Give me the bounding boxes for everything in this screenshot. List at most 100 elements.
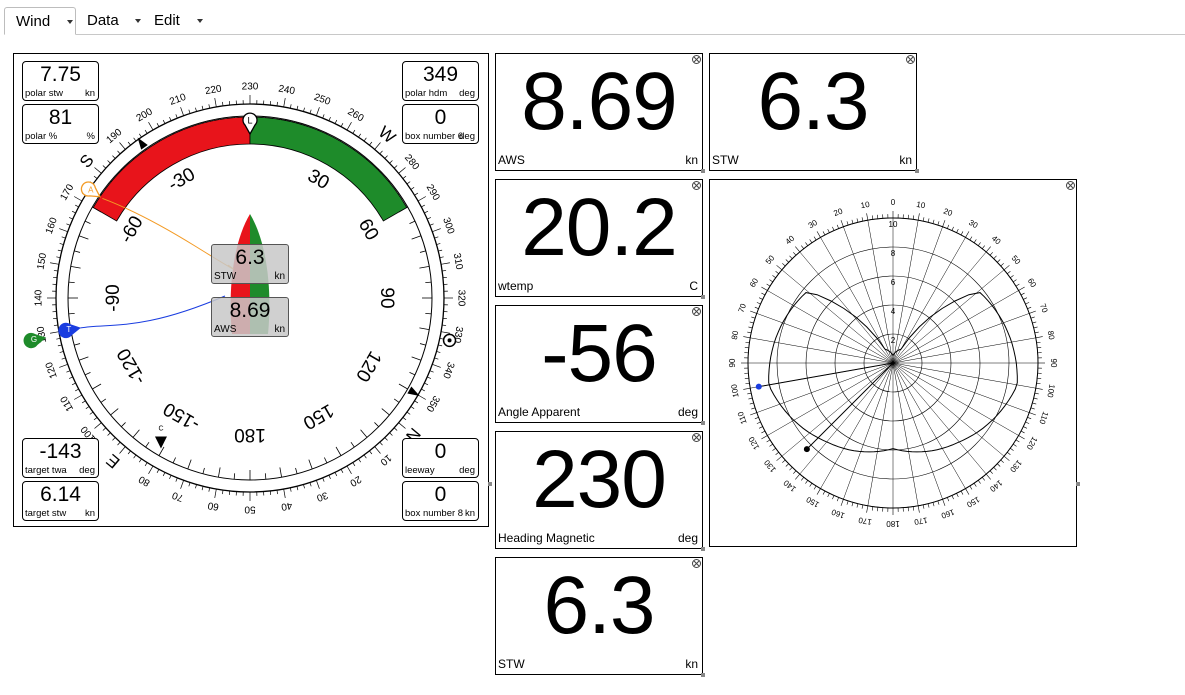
tab-bar-rule bbox=[76, 34, 1185, 35]
leeway-value: 0 bbox=[434, 440, 447, 463]
chevron-down-icon[interactable] bbox=[197, 19, 203, 23]
compass-tick bbox=[56, 256, 61, 259]
polar-percent-box: 81 polar % % bbox=[22, 104, 99, 144]
compass-tick bbox=[439, 256, 444, 259]
polar-tick bbox=[942, 220, 946, 227]
polar-tick bbox=[743, 387, 751, 390]
polar-tick bbox=[751, 316, 756, 319]
compass-tick bbox=[201, 105, 204, 110]
compass-tick bbox=[208, 104, 211, 109]
compass-tick bbox=[162, 119, 166, 124]
compass-tick bbox=[340, 123, 344, 127]
compass-tick bbox=[222, 101, 224, 106]
polar-tick bbox=[1007, 271, 1011, 274]
polar-angle-label: 90 bbox=[728, 358, 737, 367]
polar-tick bbox=[813, 485, 817, 490]
stw-display-bottom: 6.3 STW kn bbox=[495, 557, 705, 677]
polar-tick bbox=[969, 236, 973, 241]
compass-tick bbox=[434, 236, 439, 239]
compass-tick bbox=[410, 406, 415, 410]
compass-label: 310 bbox=[451, 252, 465, 271]
resize-handle[interactable] bbox=[701, 169, 705, 173]
polar-angle-label: 70 bbox=[737, 302, 749, 314]
compass-cardinal-S: S bbox=[76, 151, 98, 172]
polar-tick bbox=[1013, 279, 1017, 283]
tab-wind-label: Wind bbox=[16, 13, 51, 30]
compass-label: 120 bbox=[44, 360, 60, 380]
polar-hdm-unit: deg bbox=[459, 88, 475, 99]
resize-handle[interactable] bbox=[701, 421, 705, 425]
resize-handle[interactable] bbox=[701, 673, 705, 677]
polar-tick bbox=[1036, 341, 1041, 344]
compass-label: 50 bbox=[244, 503, 256, 514]
polar-tick bbox=[960, 231, 964, 236]
tab-wind[interactable]: Wind bbox=[4, 7, 76, 35]
compass-tick bbox=[214, 98, 217, 108]
polar-tick bbox=[832, 495, 835, 500]
compass-tick bbox=[438, 344, 443, 347]
resize-handle[interactable] bbox=[1076, 482, 1080, 486]
polar-angle-label: 160 bbox=[830, 507, 846, 520]
polar-tick bbox=[1027, 417, 1032, 420]
resize-handle[interactable] bbox=[915, 169, 919, 173]
compass-tick bbox=[417, 196, 426, 202]
polar-tick bbox=[856, 503, 859, 508]
compass-tick bbox=[334, 472, 338, 477]
compass-tick bbox=[358, 458, 362, 463]
chevron-down-icon[interactable] bbox=[67, 20, 73, 24]
chevron-down-icon[interactable] bbox=[135, 19, 141, 23]
compass-tick bbox=[180, 107, 184, 116]
polar-tick bbox=[782, 459, 786, 463]
compass-tick bbox=[59, 243, 64, 245]
polar-tick bbox=[754, 417, 759, 420]
resize-handle[interactable] bbox=[701, 295, 705, 299]
compass-cardinal-E: E bbox=[103, 450, 124, 472]
target-twa-unit: deg bbox=[79, 465, 95, 476]
tab-bar: Wind Data Edit bbox=[0, 0, 1185, 36]
polar-tick bbox=[782, 263, 786, 267]
polar-angle-label: 70 bbox=[1038, 302, 1050, 314]
resize-handle[interactable] bbox=[701, 547, 705, 551]
polar-tick bbox=[951, 495, 954, 500]
polar-angle-label: 150 bbox=[965, 495, 982, 510]
tab-edit[interactable]: Edit bbox=[143, 7, 211, 35]
polar-plot[interactable]: 2468100 101020203030404050506060707080809… bbox=[710, 180, 1076, 546]
tab-data[interactable]: Data bbox=[76, 7, 144, 35]
polar-tick bbox=[965, 488, 970, 495]
polar-angle-label: 170 bbox=[913, 515, 928, 526]
compass-tick bbox=[59, 228, 68, 232]
polar-tick bbox=[846, 500, 849, 505]
polar-angle-label: 140 bbox=[988, 478, 1004, 494]
polar-hdm-value: 349 bbox=[422, 63, 459, 86]
polar-tick bbox=[932, 219, 935, 224]
polar-tick bbox=[1020, 430, 1025, 434]
compass-tick bbox=[398, 167, 406, 174]
resize-handle[interactable] bbox=[488, 482, 492, 486]
compass-tick bbox=[68, 376, 73, 379]
compass-tick bbox=[414, 192, 419, 196]
polar-tick bbox=[937, 221, 940, 226]
compass-tick bbox=[432, 364, 441, 368]
polar-angle-label: 90 bbox=[1049, 359, 1058, 368]
polar-tick bbox=[772, 447, 776, 451]
compass-tick bbox=[398, 422, 406, 429]
polar-point-blue bbox=[755, 383, 762, 390]
polar-tick bbox=[917, 505, 920, 513]
compass-tick bbox=[410, 186, 415, 190]
polar-tick bbox=[1018, 435, 1025, 440]
polar-tick bbox=[766, 439, 771, 443]
polar-tick bbox=[846, 221, 849, 226]
polar-tick bbox=[745, 382, 750, 385]
compass-tick bbox=[374, 142, 381, 150]
compass-tick bbox=[379, 441, 383, 446]
polar-tick bbox=[1032, 321, 1037, 324]
polar-tick bbox=[1015, 283, 1020, 287]
polar-stw-label: polar stw bbox=[25, 88, 64, 99]
polar-tick bbox=[775, 271, 779, 274]
compass-tick bbox=[50, 331, 60, 334]
polar-spoke bbox=[892, 362, 987, 475]
compass-tick bbox=[162, 472, 166, 477]
polar-tick bbox=[840, 220, 844, 227]
polar-tick bbox=[750, 310, 757, 314]
aws-unit: kn bbox=[685, 153, 698, 167]
